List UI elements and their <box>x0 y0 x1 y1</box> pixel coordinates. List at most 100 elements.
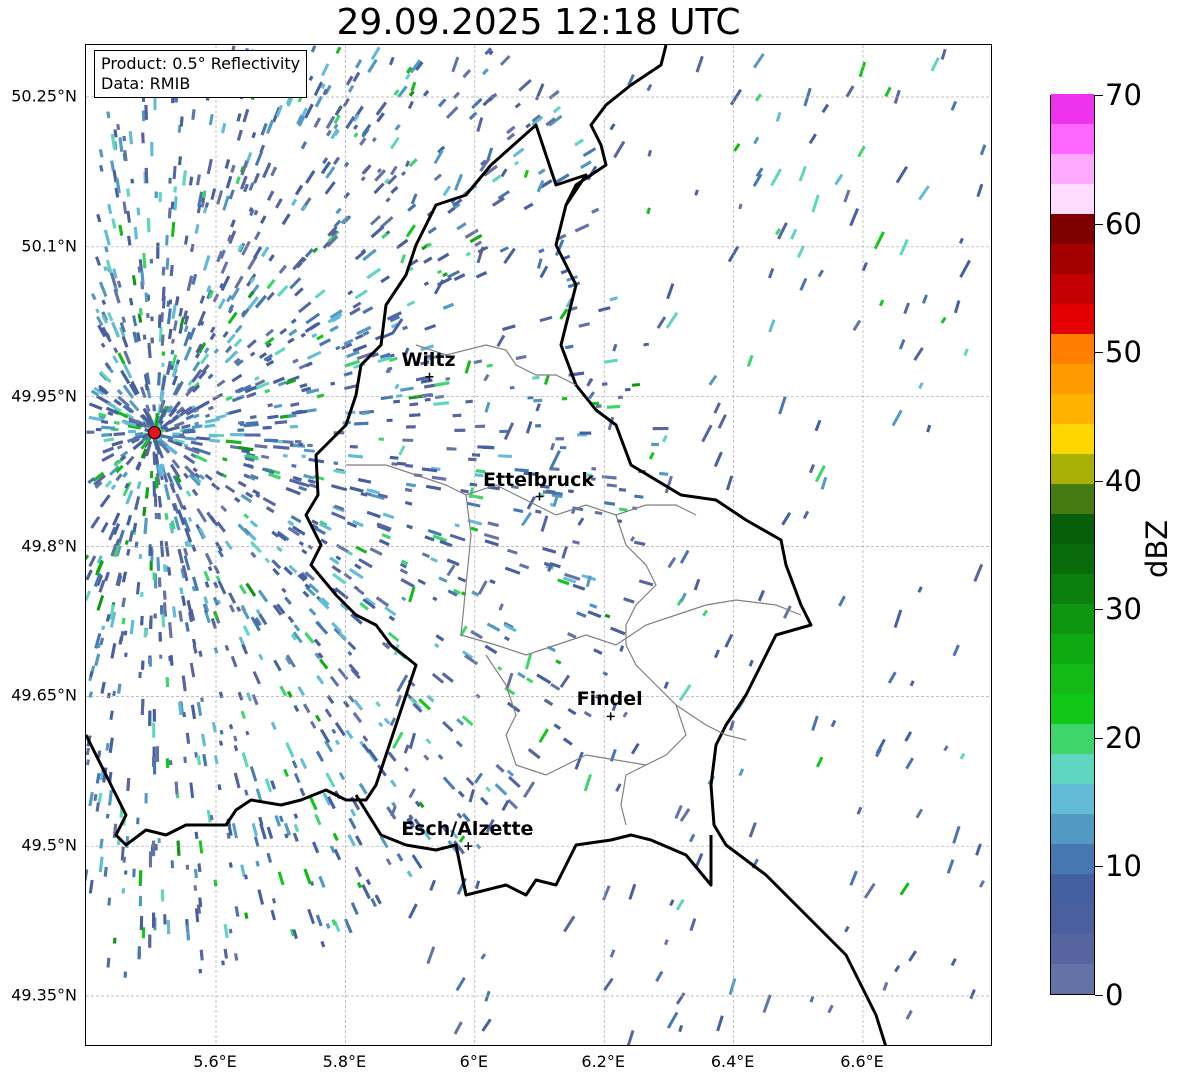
reflectivity-cell <box>314 289 326 299</box>
reflectivity-cell <box>123 971 127 978</box>
reflectivity-cell <box>279 327 288 335</box>
reflectivity-cell <box>141 660 145 670</box>
lon-tick-label: 6.6°E <box>840 1052 884 1071</box>
reflectivity-cell <box>335 46 342 55</box>
reflectivity-cell <box>86 759 91 766</box>
reflectivity-cell <box>198 840 204 854</box>
reflectivity-cell <box>103 866 108 877</box>
reflectivity-cell <box>100 681 106 694</box>
reflectivity-cell <box>284 596 292 605</box>
reflectivity-cell <box>423 256 433 264</box>
radar-map[interactable] <box>85 44 992 1046</box>
reflectivity-cell <box>116 389 123 396</box>
reflectivity-cell <box>497 665 503 671</box>
reflectivity-cell <box>499 429 508 433</box>
reflectivity-cell <box>337 667 349 681</box>
reflectivity-cell <box>99 838 104 849</box>
reflectivity-cell <box>433 401 449 406</box>
reflectivity-cell <box>188 176 194 186</box>
reflectivity-cell <box>143 517 148 534</box>
reflectivity-cell <box>242 625 251 637</box>
reflectivity-cell <box>646 83 653 92</box>
reflectivity-cell <box>315 750 324 762</box>
reflectivity-cell <box>567 708 577 716</box>
reflectivity-cell <box>234 324 243 334</box>
reflectivity-cell <box>362 306 374 315</box>
reflectivity-cell <box>312 841 320 854</box>
reflectivity-cell <box>604 358 618 364</box>
reflectivity-cell <box>455 977 466 992</box>
reflectivity-cell <box>808 464 815 474</box>
reflectivity-cell <box>486 363 493 368</box>
reflectivity-cell <box>103 266 108 272</box>
reflectivity-cell <box>329 675 340 687</box>
reflectivity-cell <box>291 463 297 468</box>
reflectivity-cell <box>552 106 561 114</box>
reflectivity-cell <box>101 419 109 424</box>
reflectivity-cell <box>349 445 358 449</box>
reflectivity-cell <box>809 996 815 1003</box>
reflectivity-cell <box>610 626 626 636</box>
colorbar-segment <box>1051 573 1094 604</box>
reflectivity-cell <box>169 760 173 766</box>
reflectivity-cell <box>384 606 397 617</box>
colorbar-tick-label: 10 <box>1105 849 1142 884</box>
reflectivity-cell <box>380 275 390 283</box>
reflectivity-cell <box>307 443 313 448</box>
reflectivity-cell <box>216 190 224 205</box>
reflectivity-cell <box>550 442 556 451</box>
reflectivity-cell <box>99 370 112 383</box>
reflectivity-cell <box>663 939 669 946</box>
reflectivity-cell <box>205 413 211 418</box>
reflectivity-cell <box>178 610 184 622</box>
reflectivity-cell <box>401 171 407 177</box>
reflectivity-cell <box>254 444 268 449</box>
reflectivity-cell <box>157 372 161 386</box>
reflectivity-cell <box>144 167 149 184</box>
reflectivity-cell <box>406 482 416 488</box>
reflectivity-cell <box>391 462 398 466</box>
reflectivity-cell <box>172 606 177 618</box>
colorbar-tick-label: 30 <box>1105 592 1142 627</box>
reflectivity-cell <box>89 671 94 678</box>
reflectivity-cell <box>386 418 393 423</box>
colorbar-segment <box>1051 963 1094 994</box>
city-marker <box>535 492 544 501</box>
reflectivity-cell <box>406 300 416 307</box>
reflectivity-cell <box>347 834 356 847</box>
reflectivity-cell <box>213 879 218 887</box>
reflectivity-cell <box>498 454 512 458</box>
reflectivity-cell <box>334 739 340 746</box>
reflectivity-cell <box>352 301 362 309</box>
lat-tick-label: 49.35°N <box>11 985 77 1005</box>
reflectivity-cell <box>154 512 158 520</box>
reflectivity-cell <box>266 279 276 290</box>
reflectivity-cell <box>666 1011 679 1029</box>
reflectivity-cell <box>324 708 333 718</box>
reflectivity-cell <box>808 133 817 145</box>
reflectivity-cell <box>173 186 177 193</box>
reflectivity-cell <box>494 783 508 796</box>
reflectivity-cell <box>200 697 204 702</box>
reflectivity-cell <box>387 751 397 762</box>
reflectivity-cell <box>543 698 554 707</box>
reflectivity-cell <box>496 334 506 348</box>
reflectivity-cell <box>196 755 202 766</box>
reflectivity-cell <box>408 90 415 97</box>
reflectivity-cell <box>559 446 567 450</box>
reflectivity-cell <box>679 808 691 822</box>
colorbar-segment <box>1051 843 1094 874</box>
reflectivity-cell <box>775 111 782 122</box>
reflectivity-cell <box>405 224 416 238</box>
reflectivity-cell <box>483 445 495 450</box>
reflectivity-cell <box>86 869 89 881</box>
reflectivity-cell <box>121 335 129 348</box>
reflectivity-cell <box>408 903 418 919</box>
reflectivity-cell <box>223 948 228 959</box>
reflectivity-cell <box>262 162 272 179</box>
reflectivity-cell <box>894 965 901 973</box>
reflectivity-cell <box>652 427 669 431</box>
reflectivity-cell <box>335 543 349 553</box>
reflectivity-cell <box>265 506 275 514</box>
reflectivity-cell <box>353 132 359 138</box>
